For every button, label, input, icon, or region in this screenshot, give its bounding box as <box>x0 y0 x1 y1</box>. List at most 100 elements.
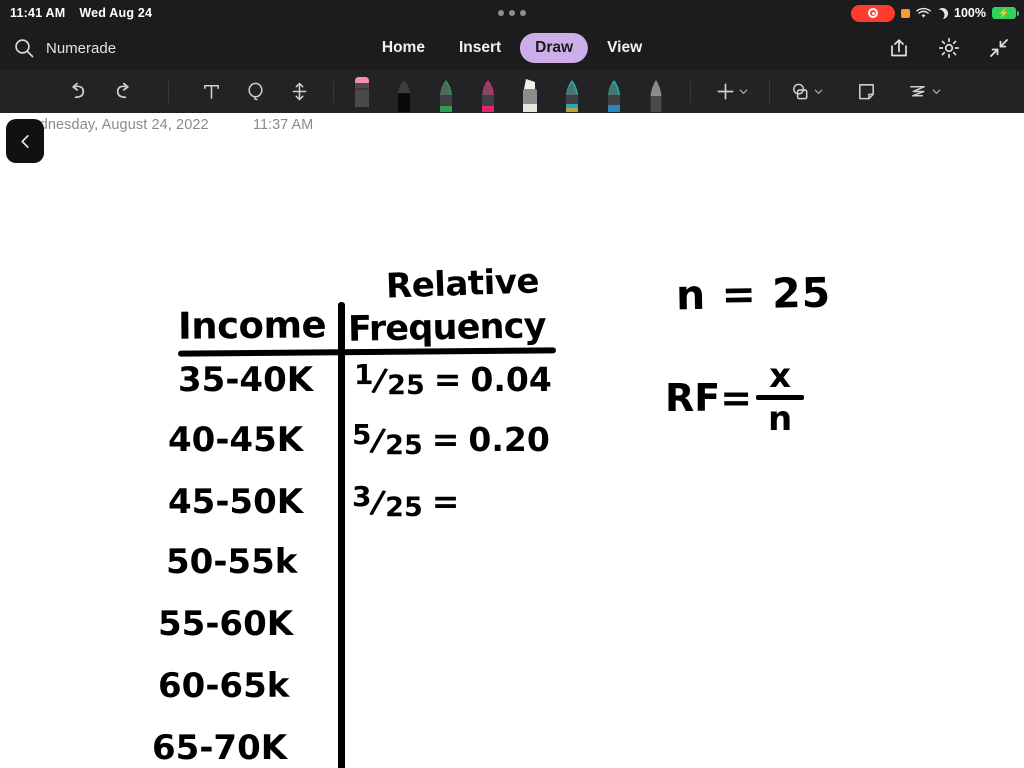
formula-fraction: x n <box>756 356 805 439</box>
pen-icon <box>608 80 620 112</box>
ink-style-button[interactable] <box>902 72 948 112</box>
undo-button[interactable] <box>56 72 100 112</box>
undo-arrow-icon <box>71 82 84 99</box>
edit-tools <box>189 72 321 112</box>
pen-icon <box>398 80 410 112</box>
grey-pencil-tool[interactable] <box>644 73 668 113</box>
note-canvas[interactable]: Wednesday, August 24, 2022 11:37 AM Inco… <box>0 112 1024 768</box>
toolbar-separator <box>769 80 770 103</box>
do-not-disturb-moon-icon <box>937 8 948 19</box>
formula-numerator: x <box>769 356 792 396</box>
dot-icon <box>498 10 504 16</box>
record-ring-icon <box>868 8 879 18</box>
formula-lhs: RF= <box>665 375 753 420</box>
toolbar-separator <box>690 80 691 103</box>
fraction-numerator: 5 <box>352 417 372 451</box>
white-highlighter-tool[interactable] <box>518 73 542 113</box>
rf-value: 0.20 <box>468 420 550 459</box>
status-bar: 11:41 AM Wed Aug 24 100% ⚡ <box>0 0 1024 26</box>
pen-tray <box>350 70 668 113</box>
microphone-in-use-indicator <box>901 8 911 18</box>
tab-view[interactable]: View <box>592 33 657 63</box>
fraction-numerator: 1 <box>354 357 374 391</box>
toolbar-separator <box>333 80 334 103</box>
insert-space-tool-button[interactable] <box>277 72 321 112</box>
header-icons <box>888 37 1010 59</box>
handwriting-income-row: 65-70K <box>152 728 288 768</box>
pen-icon <box>566 80 578 112</box>
search-area[interactable]: Numerade <box>0 37 116 59</box>
redo-arrow-icon <box>116 82 129 99</box>
fraction: 3 / 25 <box>352 482 423 522</box>
handwriting-rf-row: 1 / 25 = 0.04 <box>354 357 552 401</box>
fraction-denominator: 25 <box>385 430 423 461</box>
sticky-note-button[interactable] <box>844 72 888 112</box>
tab-home[interactable]: Home <box>367 33 440 63</box>
status-date: Wed Aug 24 <box>79 6 153 20</box>
fraction-denominator: 25 <box>387 370 425 401</box>
equals-sign: = <box>431 482 460 521</box>
fraction: 1 / 25 <box>354 357 425 401</box>
scribble-icon <box>910 85 925 97</box>
handwriting-rf-formula: RF= x n <box>665 356 805 439</box>
right-tools <box>709 72 948 112</box>
draw-toolbar <box>0 70 1024 113</box>
battery-charging-icon: ⚡ <box>992 7 1019 19</box>
equals-sign: = <box>431 420 460 459</box>
app-header: Numerade Home Insert Draw View <box>0 26 1024 70</box>
handwriting-income-row: 35-40K <box>178 360 314 400</box>
status-bar-right: 100% ⚡ <box>851 4 1019 22</box>
magenta-pen-tool[interactable] <box>476 73 500 113</box>
toolbar-separator <box>168 80 169 103</box>
handwriting-header-relative: Relative <box>385 261 540 307</box>
eraser-tool[interactable] <box>350 69 374 109</box>
wifi-icon <box>916 7 931 18</box>
gear-icon[interactable] <box>938 37 960 59</box>
formula-denominator: n <box>767 399 793 439</box>
status-bar-left: 11:41 AM Wed Aug 24 <box>10 6 152 20</box>
handwriting-income-row: 50-55k <box>166 542 298 582</box>
screen-recording-indicator[interactable] <box>851 4 896 22</box>
handwriting-header-frequency: Frequency <box>347 306 546 350</box>
add-color-button[interactable] <box>709 72 755 112</box>
handwriting-rf-row: 3 / 25 = <box>352 482 468 522</box>
search-label: Numerade <box>46 39 117 57</box>
chevron-down-icon <box>814 89 823 95</box>
tab-draw[interactable]: Draw <box>520 33 589 63</box>
battery-percent: 100% <box>954 6 986 20</box>
share-icon[interactable] <box>888 37 910 59</box>
tab-insert[interactable]: Insert <box>444 33 516 63</box>
handwriting-income-row: 55-60K <box>158 604 294 644</box>
green-pen-tool[interactable] <box>434 73 458 113</box>
document-time: 11:37 AM <box>253 117 314 133</box>
handwriting-income-row: 45-50K <box>168 482 304 522</box>
chevron-down-icon <box>739 89 748 95</box>
handwriting-sample-size: n = 25 <box>675 268 832 320</box>
rf-value: 0.04 <box>470 360 552 399</box>
collapse-icon[interactable] <box>988 37 1010 59</box>
black-pen-tool[interactable] <box>392 73 416 113</box>
handwriting-income-row: 40-45K <box>168 420 304 460</box>
handwriting-rf-row: 5 / 25 = 0.20 <box>352 417 550 461</box>
shapes-icon <box>793 83 808 100</box>
teal-pen-tool[interactable] <box>602 73 626 113</box>
blue-pen-tool[interactable] <box>560 73 584 113</box>
handwriting-vertical-rule <box>338 302 345 768</box>
pencil-icon <box>650 80 662 112</box>
redo-button[interactable] <box>100 72 144 112</box>
text-tool-button[interactable] <box>189 72 233 112</box>
plus-icon <box>717 83 734 100</box>
ribbon-tabs: Home Insert Draw View <box>367 33 657 63</box>
fraction: 5 / 25 <box>352 417 423 461</box>
chevron-left-icon <box>20 134 29 148</box>
handwriting-income-row: 60-65k <box>158 666 290 706</box>
pen-icon <box>440 80 452 112</box>
chevron-down-icon <box>932 89 941 95</box>
note-icon <box>858 84 874 100</box>
lasso-tool-button[interactable] <box>233 72 277 112</box>
three-dots-handle[interactable] <box>498 10 526 16</box>
history-tools <box>56 72 144 112</box>
back-button[interactable] <box>6 119 44 163</box>
ipad-notability-app: 11:41 AM Wed Aug 24 100% ⚡ Numerade Home… <box>0 0 1024 768</box>
shapes-button[interactable] <box>784 72 830 112</box>
